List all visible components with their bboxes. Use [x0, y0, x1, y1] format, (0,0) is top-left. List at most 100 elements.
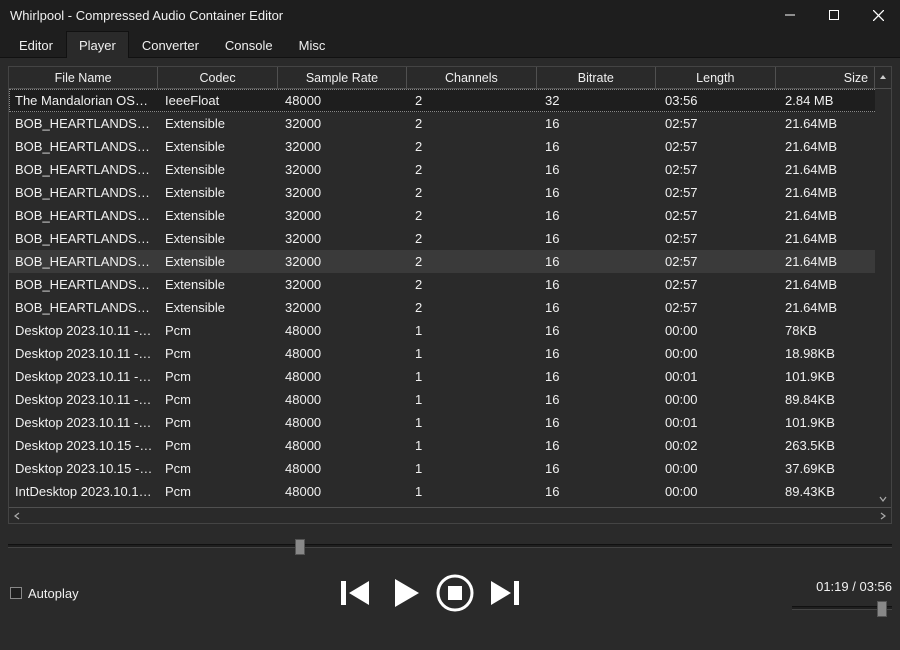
cell: 00:00	[659, 461, 779, 476]
cell: BOB_HEARTLANDS_AM...	[9, 139, 159, 154]
cell: 02:57	[659, 139, 779, 154]
cell: 00:02	[659, 438, 779, 453]
scroll-right-icon[interactable]	[875, 508, 891, 523]
cell: 00:01	[659, 415, 779, 430]
cell: 18.98KB	[779, 346, 879, 361]
cell: Pcm	[159, 392, 279, 407]
autoplay-toggle[interactable]: Autoplay	[10, 586, 79, 601]
cell: IeeeFloat	[159, 93, 279, 108]
volume-slider[interactable]	[792, 606, 892, 610]
table-row[interactable]: IntDesktop 2023.10.15 -...Pcm4800011600:…	[9, 480, 891, 503]
col-filename[interactable]: File Name	[9, 67, 158, 88]
cell: Extensible	[159, 231, 279, 246]
cell: 2	[409, 93, 539, 108]
table-row[interactable]: Desktop 2023.10.15 - 19...Pcm4800011600:…	[9, 434, 891, 457]
scroll-left-icon[interactable]	[9, 508, 25, 523]
cell: Extensible	[159, 208, 279, 223]
col-samplerate[interactable]: Sample Rate	[278, 67, 407, 88]
cell: BOB_HEARTLANDS_AM...	[9, 300, 159, 315]
cell: Pcm	[159, 415, 279, 430]
seek-thumb[interactable]	[295, 539, 305, 555]
cell: 32000	[279, 139, 409, 154]
col-channels[interactable]: Channels	[407, 67, 536, 88]
horizontal-scrollbar[interactable]	[9, 507, 891, 523]
table-row[interactable]: BOB_HEARTLANDS_AM...Extensible3200021602…	[9, 158, 891, 181]
table-row[interactable]: Desktop 2023.10.15 - 22...Pcm4800011600:…	[9, 457, 891, 480]
table-row[interactable]: BOB_HEARTLANDS_AM...Extensible3200021602…	[9, 296, 891, 319]
cell: 16	[539, 346, 659, 361]
next-button[interactable]	[485, 573, 525, 613]
playback-time: 01:19 / 03:56	[782, 577, 892, 594]
tab-converter[interactable]: Converter	[129, 31, 212, 58]
cell: 21.64MB	[779, 300, 879, 315]
scroll-track[interactable]	[875, 89, 891, 491]
cell: 02:57	[659, 116, 779, 131]
col-codec[interactable]: Codec	[158, 67, 277, 88]
hscroll-track[interactable]	[25, 508, 875, 523]
cell: 2	[409, 208, 539, 223]
table-row[interactable]: Desktop 2023.10.11 - 12...Pcm4800011600:…	[9, 411, 891, 434]
cell: 1	[409, 323, 539, 338]
table-row[interactable]: The Mandalorian OST -...IeeeFloat4800023…	[9, 89, 891, 112]
cell: 89.43KB	[779, 484, 879, 499]
cell: BOB_HEARTLANDS_AM...	[9, 185, 159, 200]
table-body: The Mandalorian OST -...IeeeFloat4800023…	[9, 89, 891, 507]
scroll-down-icon[interactable]	[875, 491, 891, 507]
cell: 2	[409, 231, 539, 246]
seek-slider[interactable]	[8, 538, 892, 554]
table-row[interactable]: BOB_HEARTLANDS_AM...Extensible3200021602…	[9, 181, 891, 204]
close-button[interactable]	[856, 0, 900, 30]
cell: 32000	[279, 277, 409, 292]
table-row[interactable]: Desktop 2023.10.11 - 12...Pcm4800011600:…	[9, 342, 891, 365]
table-row[interactable]: Desktop 2023.10.11 - 12...Pcm4800011600:…	[9, 365, 891, 388]
cell: BOB_HEARTLANDS_AM...	[9, 208, 159, 223]
table-row[interactable]: BOB_HEARTLANDS_AM...Extensible3200021602…	[9, 273, 891, 296]
cell: Extensible	[159, 185, 279, 200]
maximize-button[interactable]	[812, 0, 856, 30]
tab-misc[interactable]: Misc	[286, 31, 339, 58]
minimize-button[interactable]	[768, 0, 812, 30]
col-length[interactable]: Length	[656, 67, 775, 88]
cell: 21.64MB	[779, 254, 879, 269]
cell: 2	[409, 300, 539, 315]
cell: Pcm	[159, 484, 279, 499]
cell: 32000	[279, 300, 409, 315]
table-row[interactable]: BOB_HEARTLANDS_AM...Extensible3200021602…	[9, 204, 891, 227]
tab-console[interactable]: Console	[212, 31, 286, 58]
cell: Extensible	[159, 277, 279, 292]
cell: 21.64MB	[779, 277, 879, 292]
stop-button[interactable]	[435, 573, 475, 613]
cell: 2	[409, 139, 539, 154]
table-row[interactable]: BOB_HEARTLANDS_AM...Extensible3200021602…	[9, 227, 891, 250]
cell: 1	[409, 369, 539, 384]
tab-player[interactable]: Player	[66, 31, 129, 58]
table-row[interactable]: Desktop 2023.10.11 - 12...Pcm4800011600:…	[9, 388, 891, 411]
prev-button[interactable]	[335, 573, 375, 613]
vertical-scrollbar[interactable]	[875, 89, 891, 507]
sort-indicator-icon[interactable]	[875, 67, 891, 88]
autoplay-checkbox[interactable]	[10, 587, 22, 599]
table-row[interactable]: BOB_HEARTLANDS_AM...Extensible3200021602…	[9, 135, 891, 158]
table-row[interactable]: BOB_HEARTLANDS_AM...Extensible3200021602…	[9, 250, 891, 273]
table-row[interactable]: Desktop 2023.10.11 - 12...Pcm4800011600:…	[9, 319, 891, 342]
seek-track[interactable]	[8, 544, 892, 548]
cell: 16	[539, 392, 659, 407]
cell: 16	[539, 185, 659, 200]
cell: 2	[409, 162, 539, 177]
cell: Pcm	[159, 346, 279, 361]
tab-editor[interactable]: Editor	[6, 31, 66, 58]
cell: 101.9KB	[779, 369, 879, 384]
table-row[interactable]: BOB_HEARTLANDS_AM...Extensible3200021602…	[9, 112, 891, 135]
cell: Extensible	[159, 116, 279, 131]
table-row[interactable]: Litchfield.wavPcm4800011600:02263.5KB	[9, 503, 891, 507]
col-bitrate[interactable]: Bitrate	[537, 67, 656, 88]
play-button[interactable]	[385, 573, 425, 613]
cell: 1	[409, 461, 539, 476]
cell: 48000	[279, 484, 409, 499]
volume-thumb[interactable]	[877, 601, 887, 617]
cell: Extensible	[159, 162, 279, 177]
cell: 16	[539, 438, 659, 453]
cell: 21.64MB	[779, 162, 879, 177]
cell: 02:57	[659, 277, 779, 292]
col-size[interactable]: Size	[776, 67, 876, 88]
